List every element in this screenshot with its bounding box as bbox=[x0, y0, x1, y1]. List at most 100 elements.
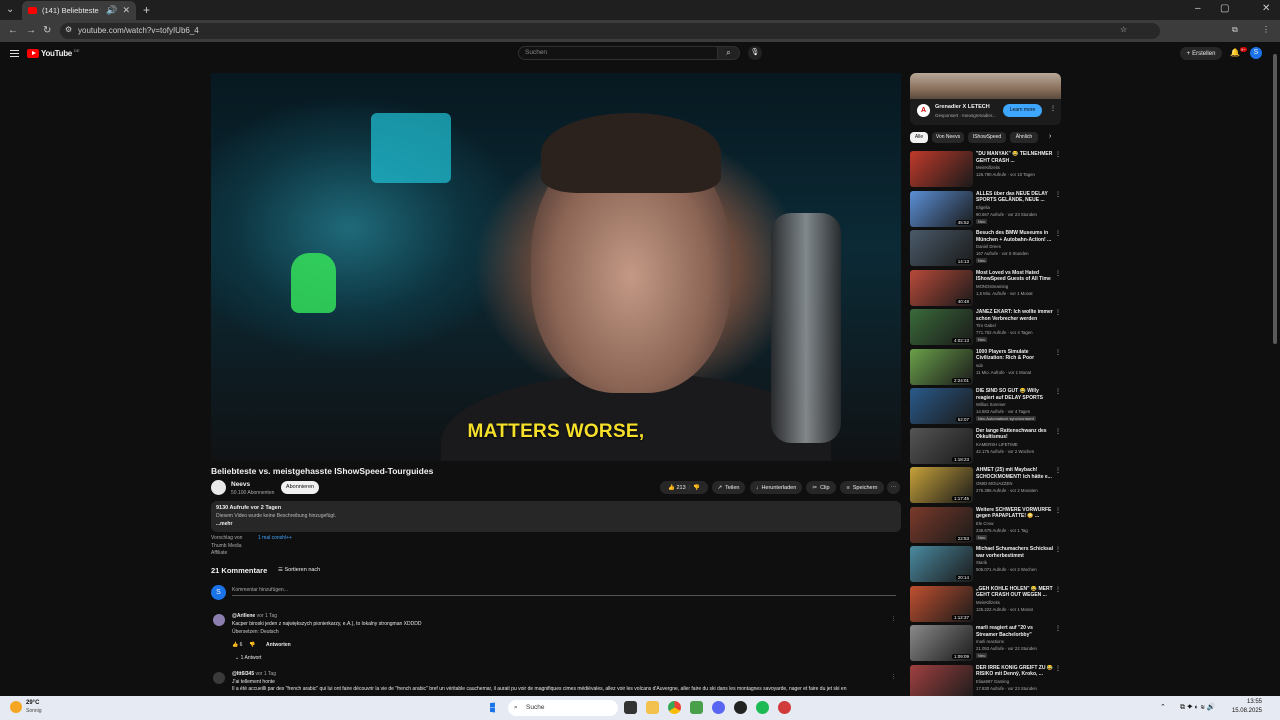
translate-link[interactable]: Übersetzen: Deutsch bbox=[232, 629, 279, 635]
video-thumbnail[interactable]: 1:18:23 bbox=[910, 427, 973, 464]
video-thumbnail[interactable]: 45:52 bbox=[910, 190, 973, 227]
chip-similar[interactable]: Ähnlich bbox=[1010, 132, 1038, 143]
video-menu-icon[interactable]: ⋮ bbox=[1055, 309, 1061, 316]
browser-tab[interactable]: (141) Beliebteste vs. meistg 🔊 ✕ bbox=[22, 1, 136, 20]
reply-button[interactable]: Antworten bbox=[266, 642, 291, 648]
hamburger-menu-icon[interactable] bbox=[10, 50, 19, 57]
chip-from-channel[interactable]: Von Neevs bbox=[932, 132, 964, 143]
extensions-icon[interactable]: ⧉ bbox=[1232, 25, 1238, 35]
sort-comments-button[interactable]: ☰ Sortieren nach bbox=[278, 567, 320, 573]
video-menu-icon[interactable]: ⋮ bbox=[1055, 546, 1061, 553]
video-menu-icon[interactable]: ⋮ bbox=[1055, 665, 1061, 672]
recommended-video[interactable]: 1:17:45 AHMET (25) mit Maybach! SCHOCKMOM… bbox=[910, 467, 1061, 504]
taskbar-search[interactable]: ⌕ Suche bbox=[508, 700, 618, 716]
windows-start-icon[interactable] bbox=[490, 702, 495, 713]
comment-avatar[interactable] bbox=[213, 672, 225, 684]
more-actions-button[interactable]: ⋯ bbox=[887, 481, 900, 494]
minecraft-icon[interactable] bbox=[690, 701, 703, 714]
minimize-icon[interactable]: – bbox=[1195, 3, 1201, 14]
search-button[interactable]: ⌕ bbox=[718, 46, 740, 60]
video-menu-icon[interactable]: ⋮ bbox=[1055, 230, 1061, 237]
video-menu-icon[interactable]: ⋮ bbox=[1055, 428, 1061, 435]
subscribe-button[interactable]: Abonnieren bbox=[281, 481, 319, 494]
recommended-video[interactable]: 1:09:09 marli reagiert auf "20 vs Streame… bbox=[910, 625, 1061, 662]
voice-search-button[interactable]: 🎙 bbox=[748, 46, 762, 60]
account-avatar[interactable]: S bbox=[1250, 47, 1262, 59]
chips-next-icon[interactable]: › bbox=[1049, 133, 1051, 140]
recommended-video[interactable]: 1:18:23 Der lange Rattenschwanz des Okkul… bbox=[910, 427, 1061, 465]
taskbar-time[interactable]: 13:55 bbox=[1228, 699, 1262, 705]
save-button[interactable]: ≡ Speichern bbox=[840, 481, 884, 494]
recommended-video[interactable]: 22:53 Weitere SCHWERE VORWÜRFE gegen PAPA… bbox=[910, 506, 1061, 544]
video-menu-icon[interactable]: ⋮ bbox=[1055, 270, 1061, 277]
clip-button[interactable]: ✂ Clip bbox=[806, 481, 836, 494]
tab-menu-icon[interactable]: ⌄ bbox=[6, 4, 14, 15]
video-thumbnail[interactable]: 1:09:09 bbox=[910, 625, 973, 661]
recommended-video[interactable]: "DU MANYAK" 😂 TEILNEHMER GEHT CRASH ... M… bbox=[910, 151, 1061, 188]
video-thumbnail[interactable]: 4:02:13 bbox=[910, 309, 973, 345]
comment-menu-icon[interactable]: ⋮ bbox=[891, 616, 896, 622]
spotify-icon[interactable] bbox=[756, 701, 769, 714]
forward-icon[interactable]: → bbox=[26, 25, 36, 36]
recommended-video[interactable]: 1:12:37 „GEH KOHLE HOLEN" 😂 MERT GEHT CRA… bbox=[910, 585, 1061, 623]
comment-avatar[interactable] bbox=[213, 614, 225, 626]
recommended-video[interactable]: 40:48 Most Loved vs Most Hated IShowSpeed… bbox=[910, 269, 1061, 307]
dislike-button[interactable]: 👎 bbox=[693, 485, 700, 491]
video-menu-icon[interactable]: ⋮ bbox=[1055, 151, 1061, 158]
description-box[interactable]: 9130 Aufrufe vor 2 Tagen Diesem Video wu… bbox=[211, 501, 901, 532]
file-explorer-icon[interactable] bbox=[646, 701, 659, 714]
tab-close-icon[interactable]: ✕ bbox=[122, 5, 130, 16]
scrollbar-thumb[interactable] bbox=[1273, 54, 1277, 344]
video-thumbnail[interactable]: 22:53 bbox=[910, 506, 973, 543]
maximize-icon[interactable]: ▢ bbox=[1220, 3, 1229, 14]
page-scrollbar[interactable] bbox=[1272, 42, 1278, 696]
video-menu-icon[interactable]: ⋮ bbox=[1055, 467, 1061, 474]
add-comment-input[interactable]: Kommentar hinzufügen... bbox=[232, 587, 896, 596]
site-info-icon[interactable]: ⚙ bbox=[65, 25, 72, 34]
video-thumbnail[interactable]: 1:17:45 bbox=[910, 467, 973, 503]
video-thumbnail[interactable] bbox=[910, 151, 973, 187]
notifications-button[interactable]: 🔔9+ bbox=[1230, 47, 1247, 57]
discord-icon[interactable] bbox=[712, 701, 725, 714]
video-thumbnail[interactable]: 52:07 bbox=[910, 388, 973, 424]
like-button[interactable]: 👍 213 bbox=[668, 485, 686, 491]
bookmark-star-icon[interactable]: ☆ bbox=[1120, 25, 1127, 34]
channel-name[interactable]: Neevs bbox=[231, 481, 250, 488]
video-menu-icon[interactable]: ⋮ bbox=[1055, 191, 1061, 198]
chip-ishowspeed[interactable]: IShowSpeed bbox=[968, 132, 1006, 143]
download-button[interactable]: ↓ Herunterladen bbox=[750, 481, 802, 494]
tray-chevron-icon[interactable]: ⌃ bbox=[1160, 703, 1166, 711]
comment-author[interactable]: @Arillene vor 1 Tag bbox=[232, 613, 277, 619]
video-thumbnail[interactable]: 2:24:01 bbox=[910, 348, 973, 385]
video-menu-icon[interactable]: ⋮ bbox=[1055, 388, 1061, 395]
recommended-video[interactable]: 2:24:01 1000 Players Simulate Civilizatio… bbox=[910, 348, 1061, 386]
steam-icon[interactable] bbox=[734, 701, 747, 714]
video-thumbnail[interactable]: 40:48 bbox=[910, 269, 973, 306]
video-thumbnail[interactable]: 14:13 bbox=[910, 230, 973, 266]
recommended-video[interactable]: 4:02:13 JANEZ EKART: Ich wollte immer sch… bbox=[910, 309, 1061, 346]
video-thumbnail[interactable]: 1:12:37 bbox=[910, 585, 973, 622]
taskbar-date[interactable]: 15.08.2025 bbox=[1228, 708, 1262, 714]
back-icon[interactable]: ← bbox=[8, 25, 18, 36]
chip-all[interactable]: Alle bbox=[910, 132, 928, 143]
app-icon[interactable] bbox=[778, 701, 791, 714]
share-button[interactable]: ↗ Teilen bbox=[712, 481, 745, 494]
learn-more-button[interactable]: Learn more bbox=[1003, 104, 1042, 117]
recommended-video[interactable]: 14:13 Besuch des BMW Museums in München +… bbox=[910, 230, 1061, 267]
tab-audio-icon[interactable]: 🔊 bbox=[106, 5, 117, 16]
create-button[interactable]: + Erstellen bbox=[1180, 47, 1222, 60]
comment-dislike-button[interactable]: 👎 bbox=[249, 642, 255, 648]
new-tab-icon[interactable]: + bbox=[143, 3, 150, 17]
youtube-logo[interactable]: YouTube DE bbox=[27, 48, 80, 58]
ad-menu-icon[interactable]: ⋮ bbox=[1050, 105, 1056, 112]
recommended-video[interactable]: 52:07 DIE SIND SO GUT 😂 Willy reagiert au… bbox=[910, 388, 1061, 425]
recommended-video[interactable]: 20:14 Michael Schumachers Schicksal war v… bbox=[910, 546, 1061, 583]
address-bar[interactable]: ⚙ youtube.com/watch?v=tofyIUb6_4 ☆ bbox=[60, 23, 1160, 39]
browser-menu-icon[interactable]: ⋮ bbox=[1262, 25, 1270, 34]
video-menu-icon[interactable]: ⋮ bbox=[1055, 507, 1061, 514]
video-menu-icon[interactable]: ⋮ bbox=[1055, 586, 1061, 593]
comment-like-button[interactable]: 👍 6 bbox=[232, 642, 242, 648]
suggestion-link[interactable]: 1 mal conshl++ bbox=[258, 535, 292, 541]
channel-avatar[interactable] bbox=[211, 480, 226, 495]
sponsored-ad[interactable]: A Grenadier X LETECH Gesponsert · Ineosg… bbox=[910, 73, 1061, 125]
